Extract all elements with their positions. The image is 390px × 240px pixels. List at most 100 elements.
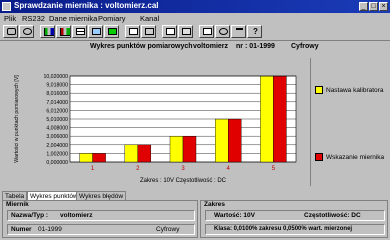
menu-rs232[interactable]: RS232 <box>22 14 45 23</box>
table-button[interactable] <box>72 25 87 38</box>
miernik-name-label: Nazwa/Typ : <box>11 212 49 219</box>
zakres-value: Wartość: 10V <box>214 212 255 219</box>
print-preview-button[interactable] <box>162 25 177 38</box>
y-tick-label: 1,002000 <box>46 151 68 157</box>
chart-mode: Cyfrowy <box>291 43 319 50</box>
help-button[interactable]: ? <box>247 25 262 38</box>
legend-swatch-red <box>315 153 323 161</box>
bar-nastawa <box>124 144 139 163</box>
y-tick-label: 5,010000 <box>46 117 68 123</box>
folder-icon <box>7 28 16 35</box>
zakres-title: Zakres <box>204 201 225 208</box>
bar-wskazanie <box>92 153 106 163</box>
menu-pomiary[interactable]: Pomiary <box>98 14 126 23</box>
x-tick-label: 1 <box>91 166 95 172</box>
printer-icon <box>182 28 191 35</box>
search-button[interactable] <box>215 25 230 38</box>
disk-icon <box>23 28 32 35</box>
chart-icon <box>44 28 54 36</box>
grid-icon <box>92 28 101 35</box>
window-title: Sprawdzanie miernika : voltomierz.cal <box>14 1 159 10</box>
bar-wskazanie <box>227 118 242 163</box>
miernik-name-value: voltomierz <box>60 212 93 219</box>
miernik-title: Miernik <box>6 201 29 208</box>
zakres-frequency: Częstotliwość: DC <box>304 212 361 219</box>
bar-wskazanie <box>273 75 287 163</box>
chart-view-button[interactable] <box>40 25 55 38</box>
y-tick-label: 6,012000 <box>46 108 68 114</box>
y-tick-label: 8,016000 <box>46 91 68 97</box>
chart-title: Wykres punktów pomiarowych <box>90 43 193 50</box>
export-button[interactable] <box>104 25 119 38</box>
calculator-icon <box>203 28 212 35</box>
bar-nastawa <box>260 75 274 163</box>
menu-dane-miernika[interactable]: Dane miernika <box>49 14 97 23</box>
open-button[interactable] <box>3 25 18 38</box>
y-tick-label: 4,008000 <box>46 126 68 132</box>
chart-footer: Zakres : 10V Częstotliwość : DC <box>140 178 227 184</box>
y-tick-label: 2,004000 <box>46 143 68 149</box>
page-icon <box>129 28 138 35</box>
legend-item-nastawa: Nastawa kalibratora <box>315 86 383 94</box>
miernik-number-field: Numer 01-1999 Cyfrowy <box>7 224 195 235</box>
magnifier-icon <box>219 28 228 35</box>
zakres-class-field: Klasa: 0,0100% zakresu 0,0500% wart. mie… <box>205 224 385 235</box>
table-icon <box>76 28 85 35</box>
y-tick-label: 10,020000 <box>43 74 68 80</box>
export-icon <box>108 28 117 35</box>
device-button[interactable] <box>141 25 156 38</box>
y-axis-label: Wartości w punktach pomiarowych [V] <box>14 75 20 163</box>
bar-nastawa <box>79 153 93 163</box>
settings-button[interactable] <box>231 25 246 38</box>
application-window: Sprawdzanie miernika : voltomierz.cal _ … <box>0 0 390 240</box>
legend-label-nastawa: Nastawa kalibratora <box>326 86 384 94</box>
bar-wskazanie <box>182 136 197 163</box>
menu-kanal[interactable]: Kanal <box>140 14 159 23</box>
app-icon <box>2 2 11 11</box>
page-button[interactable] <box>125 25 140 38</box>
tool-icon <box>236 28 243 37</box>
maximize-button[interactable]: □ <box>369 2 378 11</box>
x-tick-label: 2 <box>136 166 140 172</box>
bar-chart-icon <box>60 28 70 36</box>
y-tick-label: 7,014000 <box>46 100 68 106</box>
device-icon <box>145 28 154 35</box>
chart-legend: Nastawa kalibratora Wskazanie miernika <box>310 58 387 186</box>
x-tick-label: 5 <box>272 166 276 172</box>
y-tick-label: 0,000000 <box>46 160 68 166</box>
bar-nastawa <box>214 118 229 163</box>
view-tabs: Tabela Wykres punktów Wykres błędów <box>0 190 390 201</box>
minimize-button[interactable]: _ <box>359 2 368 11</box>
title-bar[interactable]: Sprawdzanie miernika : voltomierz.cal _ … <box>0 0 390 13</box>
chart-device-name: voltomierz <box>193 43 229 50</box>
miernik-panel: Miernik Nazwa/Typ : voltomierz Numer 01-… <box>2 200 198 238</box>
chart-area: 0,000000 1,002000 2,004000 3,006000 4,008000… <box>6 58 306 186</box>
calc-button[interactable] <box>199 25 214 38</box>
toolbar: ? <box>0 24 390 41</box>
bar-chart: 0,000000 1,002000 2,004000 3,006000 4,008000… <box>14 74 297 184</box>
y-tick-label: 9,018000 <box>46 83 68 89</box>
bar-wskazanie <box>137 144 152 163</box>
x-tick-label: 4 <box>227 166 231 172</box>
y-tick-label: 3,006000 <box>46 134 68 140</box>
menu-plik[interactable]: Plik <box>4 14 16 23</box>
x-tick-label: 3 <box>181 166 185 172</box>
save-button[interactable] <box>19 25 34 38</box>
bar-chart-button[interactable] <box>56 25 71 38</box>
menu-bar: Plik RS232 Dane miernika Pomiary Kanal <box>0 13 390 24</box>
zakres-value-field: Wartość: 10V Częstotliwość: DC <box>205 210 385 221</box>
help-icon: ? <box>253 27 258 36</box>
miernik-type-value: Cyfrowy <box>156 226 180 233</box>
grid-button[interactable] <box>88 25 103 38</box>
chart-header: Wykres punktów pomiarowych voltomierz nr… <box>0 41 390 58</box>
zakres-class: Klasa: 0,0100% zakresu 0,0500% wart. mie… <box>214 226 353 232</box>
zakres-panel: Zakres Wartość: 10V Częstotliwość: DC Kl… <box>200 200 388 238</box>
miernik-name-field: Nazwa/Typ : voltomierz <box>7 210 195 221</box>
close-button[interactable]: × <box>379 2 388 11</box>
legend-swatch-yellow <box>315 86 323 94</box>
bar-nastawa <box>169 136 184 163</box>
chart-serial: nr : 01-1999 <box>236 43 275 50</box>
preview-icon <box>166 28 175 35</box>
legend-label-wskazanie: Wskazanie miernika <box>326 153 385 161</box>
print-button[interactable] <box>178 25 193 38</box>
